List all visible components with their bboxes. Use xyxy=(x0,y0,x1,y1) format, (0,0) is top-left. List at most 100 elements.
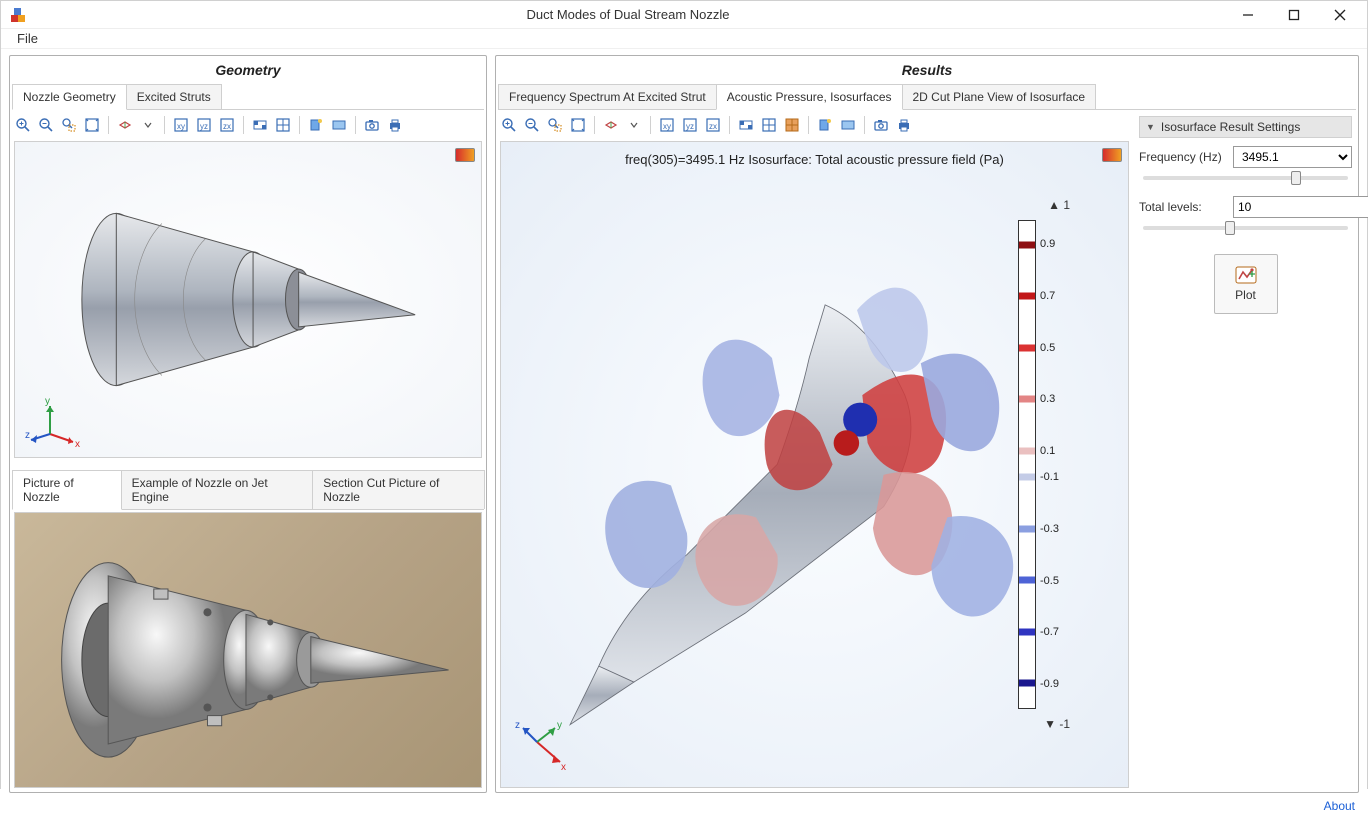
colorbar-segment xyxy=(1019,293,1035,300)
colorbar-tick: -0.3 xyxy=(1040,523,1059,535)
colorbar-tick: -0.7 xyxy=(1040,626,1059,638)
picture-tabbar: Picture of Nozzle Example of Nozzle on J… xyxy=(12,470,484,510)
orbit-dropdown-icon[interactable] xyxy=(623,114,645,136)
frequency-label: Frequency (Hz) xyxy=(1139,150,1227,164)
view-xy-icon[interactable]: xy xyxy=(656,114,678,136)
axis-triad-icon: x y z xyxy=(25,394,85,449)
colorbar: ▲ 1 ▼ -1 0.90.70.50.30.1-0.1-0.3-0.5-0.7… xyxy=(1018,202,1088,727)
colorbar-tick: -0.9 xyxy=(1040,678,1059,690)
results-panel: Results Frequency Spectrum At Excited St… xyxy=(495,55,1359,793)
orbit-icon[interactable] xyxy=(600,114,622,136)
svg-text:x: x xyxy=(75,439,80,449)
wireframe-icon[interactable] xyxy=(272,114,294,136)
clip-icon[interactable] xyxy=(328,114,350,136)
svg-text:z: z xyxy=(25,430,30,441)
settings-header[interactable]: Isosurface Result Settings xyxy=(1139,116,1352,138)
zoom-in-icon[interactable] xyxy=(12,114,34,136)
plot-icon xyxy=(1235,266,1257,284)
zoom-in-icon[interactable] xyxy=(498,114,520,136)
colorbar-segment xyxy=(1019,344,1035,351)
about-link[interactable]: About xyxy=(1324,799,1355,813)
tab-2d-cut-plane[interactable]: 2D Cut Plane View of Isosurface xyxy=(902,84,1097,109)
snapshot-icon[interactable] xyxy=(361,114,383,136)
view-zx-icon[interactable]: zx xyxy=(216,114,238,136)
tab-example-on-jet-engine[interactable]: Example of Nozzle on Jet Engine xyxy=(121,470,314,509)
svg-text:zx: zx xyxy=(709,122,717,131)
geometry-panel: Geometry Nozzle Geometry Excited Struts … xyxy=(9,55,487,793)
zoom-box-icon[interactable] xyxy=(544,114,566,136)
svg-text:xy: xy xyxy=(663,122,671,131)
close-button[interactable] xyxy=(1317,1,1363,29)
orbit-icon[interactable] xyxy=(114,114,136,136)
menubar: File xyxy=(1,29,1367,49)
tab-frequency-spectrum[interactable]: Frequency Spectrum At Excited Strut xyxy=(498,84,717,109)
transparency-icon[interactable] xyxy=(249,114,271,136)
orbit-dropdown-icon[interactable] xyxy=(137,114,159,136)
isosurface-settings-panel: Isosurface Result Settings Frequency (Hz… xyxy=(1131,110,1356,790)
colorbar-segment xyxy=(1019,577,1035,584)
nozzle-photo xyxy=(14,512,482,788)
print-icon[interactable] xyxy=(384,114,406,136)
clip-icon[interactable] xyxy=(837,114,859,136)
svg-text:yz: yz xyxy=(200,122,208,131)
colorbar-segment xyxy=(1019,680,1035,687)
print-icon[interactable] xyxy=(893,114,915,136)
svg-text:xy: xy xyxy=(177,122,185,131)
colorbar-min: ▼ -1 xyxy=(1044,717,1070,731)
tab-nozzle-geometry[interactable]: Nozzle Geometry xyxy=(12,84,127,110)
total-levels-input[interactable] xyxy=(1233,196,1368,218)
geometry-tabbar: Nozzle Geometry Excited Struts xyxy=(12,84,484,110)
colorbar-tick: 0.9 xyxy=(1040,238,1055,250)
svg-text:zx: zx xyxy=(223,122,231,131)
minimize-button[interactable] xyxy=(1225,1,1271,29)
plot-button-label: Plot xyxy=(1235,288,1256,302)
zoom-out-icon[interactable] xyxy=(35,114,57,136)
scene-light-icon[interactable] xyxy=(814,114,836,136)
colorbar-segment xyxy=(1019,525,1035,532)
tab-picture-of-nozzle[interactable]: Picture of Nozzle xyxy=(12,470,122,510)
svg-text:yz: yz xyxy=(686,122,694,131)
zoom-extents-icon[interactable] xyxy=(81,114,103,136)
svg-text:y: y xyxy=(45,396,50,407)
menu-file[interactable]: File xyxy=(9,29,46,48)
maximize-button[interactable] xyxy=(1271,1,1317,29)
frequency-select[interactable]: 3495.1 xyxy=(1233,146,1352,168)
colorbar-segment xyxy=(1019,628,1035,635)
scene-light-icon[interactable] xyxy=(305,114,327,136)
colorbar-max: ▲ 1 xyxy=(1048,198,1070,212)
zoom-out-icon[interactable] xyxy=(521,114,543,136)
transparency-icon[interactable] xyxy=(735,114,757,136)
svg-text:x: x xyxy=(561,762,566,773)
view-yz-icon[interactable]: yz xyxy=(679,114,701,136)
geometry-toolbar: xy yz zx xyxy=(12,110,484,141)
svg-text:y: y xyxy=(557,720,562,731)
tab-acoustic-pressure-iso[interactable]: Acoustic Pressure, Isosurfaces xyxy=(716,84,903,110)
colorbar-tick: -0.5 xyxy=(1040,575,1059,587)
footer: About xyxy=(1,799,1367,813)
axis-triad-icon: x y z xyxy=(515,720,575,775)
tab-section-cut-picture[interactable]: Section Cut Picture of Nozzle xyxy=(312,470,485,509)
plot-button[interactable]: Plot xyxy=(1214,254,1278,314)
colorbar-tick: 0.7 xyxy=(1040,290,1055,302)
view-zx-icon[interactable]: zx xyxy=(702,114,724,136)
results-chart-title: freq(305)=3495.1 Hz Isosurface: Total ac… xyxy=(501,152,1128,167)
frequency-slider[interactable] xyxy=(1143,176,1348,180)
tab-excited-struts[interactable]: Excited Struts xyxy=(126,84,222,109)
comsol-badge-icon xyxy=(455,148,475,162)
geometry-viewport[interactable]: x y z xyxy=(14,141,482,458)
svg-text:z: z xyxy=(515,720,520,731)
colorbar-tick: -0.1 xyxy=(1040,471,1059,483)
wireframe-icon[interactable] xyxy=(758,114,780,136)
zoom-box-icon[interactable] xyxy=(58,114,80,136)
colorbar-tick: 0.3 xyxy=(1040,393,1055,405)
colorbar-segment xyxy=(1019,473,1035,480)
show-grid-icon[interactable] xyxy=(781,114,803,136)
comsol-badge-icon xyxy=(1102,148,1122,162)
snapshot-icon[interactable] xyxy=(870,114,892,136)
titlebar: Duct Modes of Dual Stream Nozzle xyxy=(1,1,1367,29)
view-yz-icon[interactable]: yz xyxy=(193,114,215,136)
levels-slider[interactable] xyxy=(1143,226,1348,230)
zoom-extents-icon[interactable] xyxy=(567,114,589,136)
view-xy-icon[interactable]: xy xyxy=(170,114,192,136)
results-viewport[interactable]: freq(305)=3495.1 Hz Isosurface: Total ac… xyxy=(500,141,1129,788)
